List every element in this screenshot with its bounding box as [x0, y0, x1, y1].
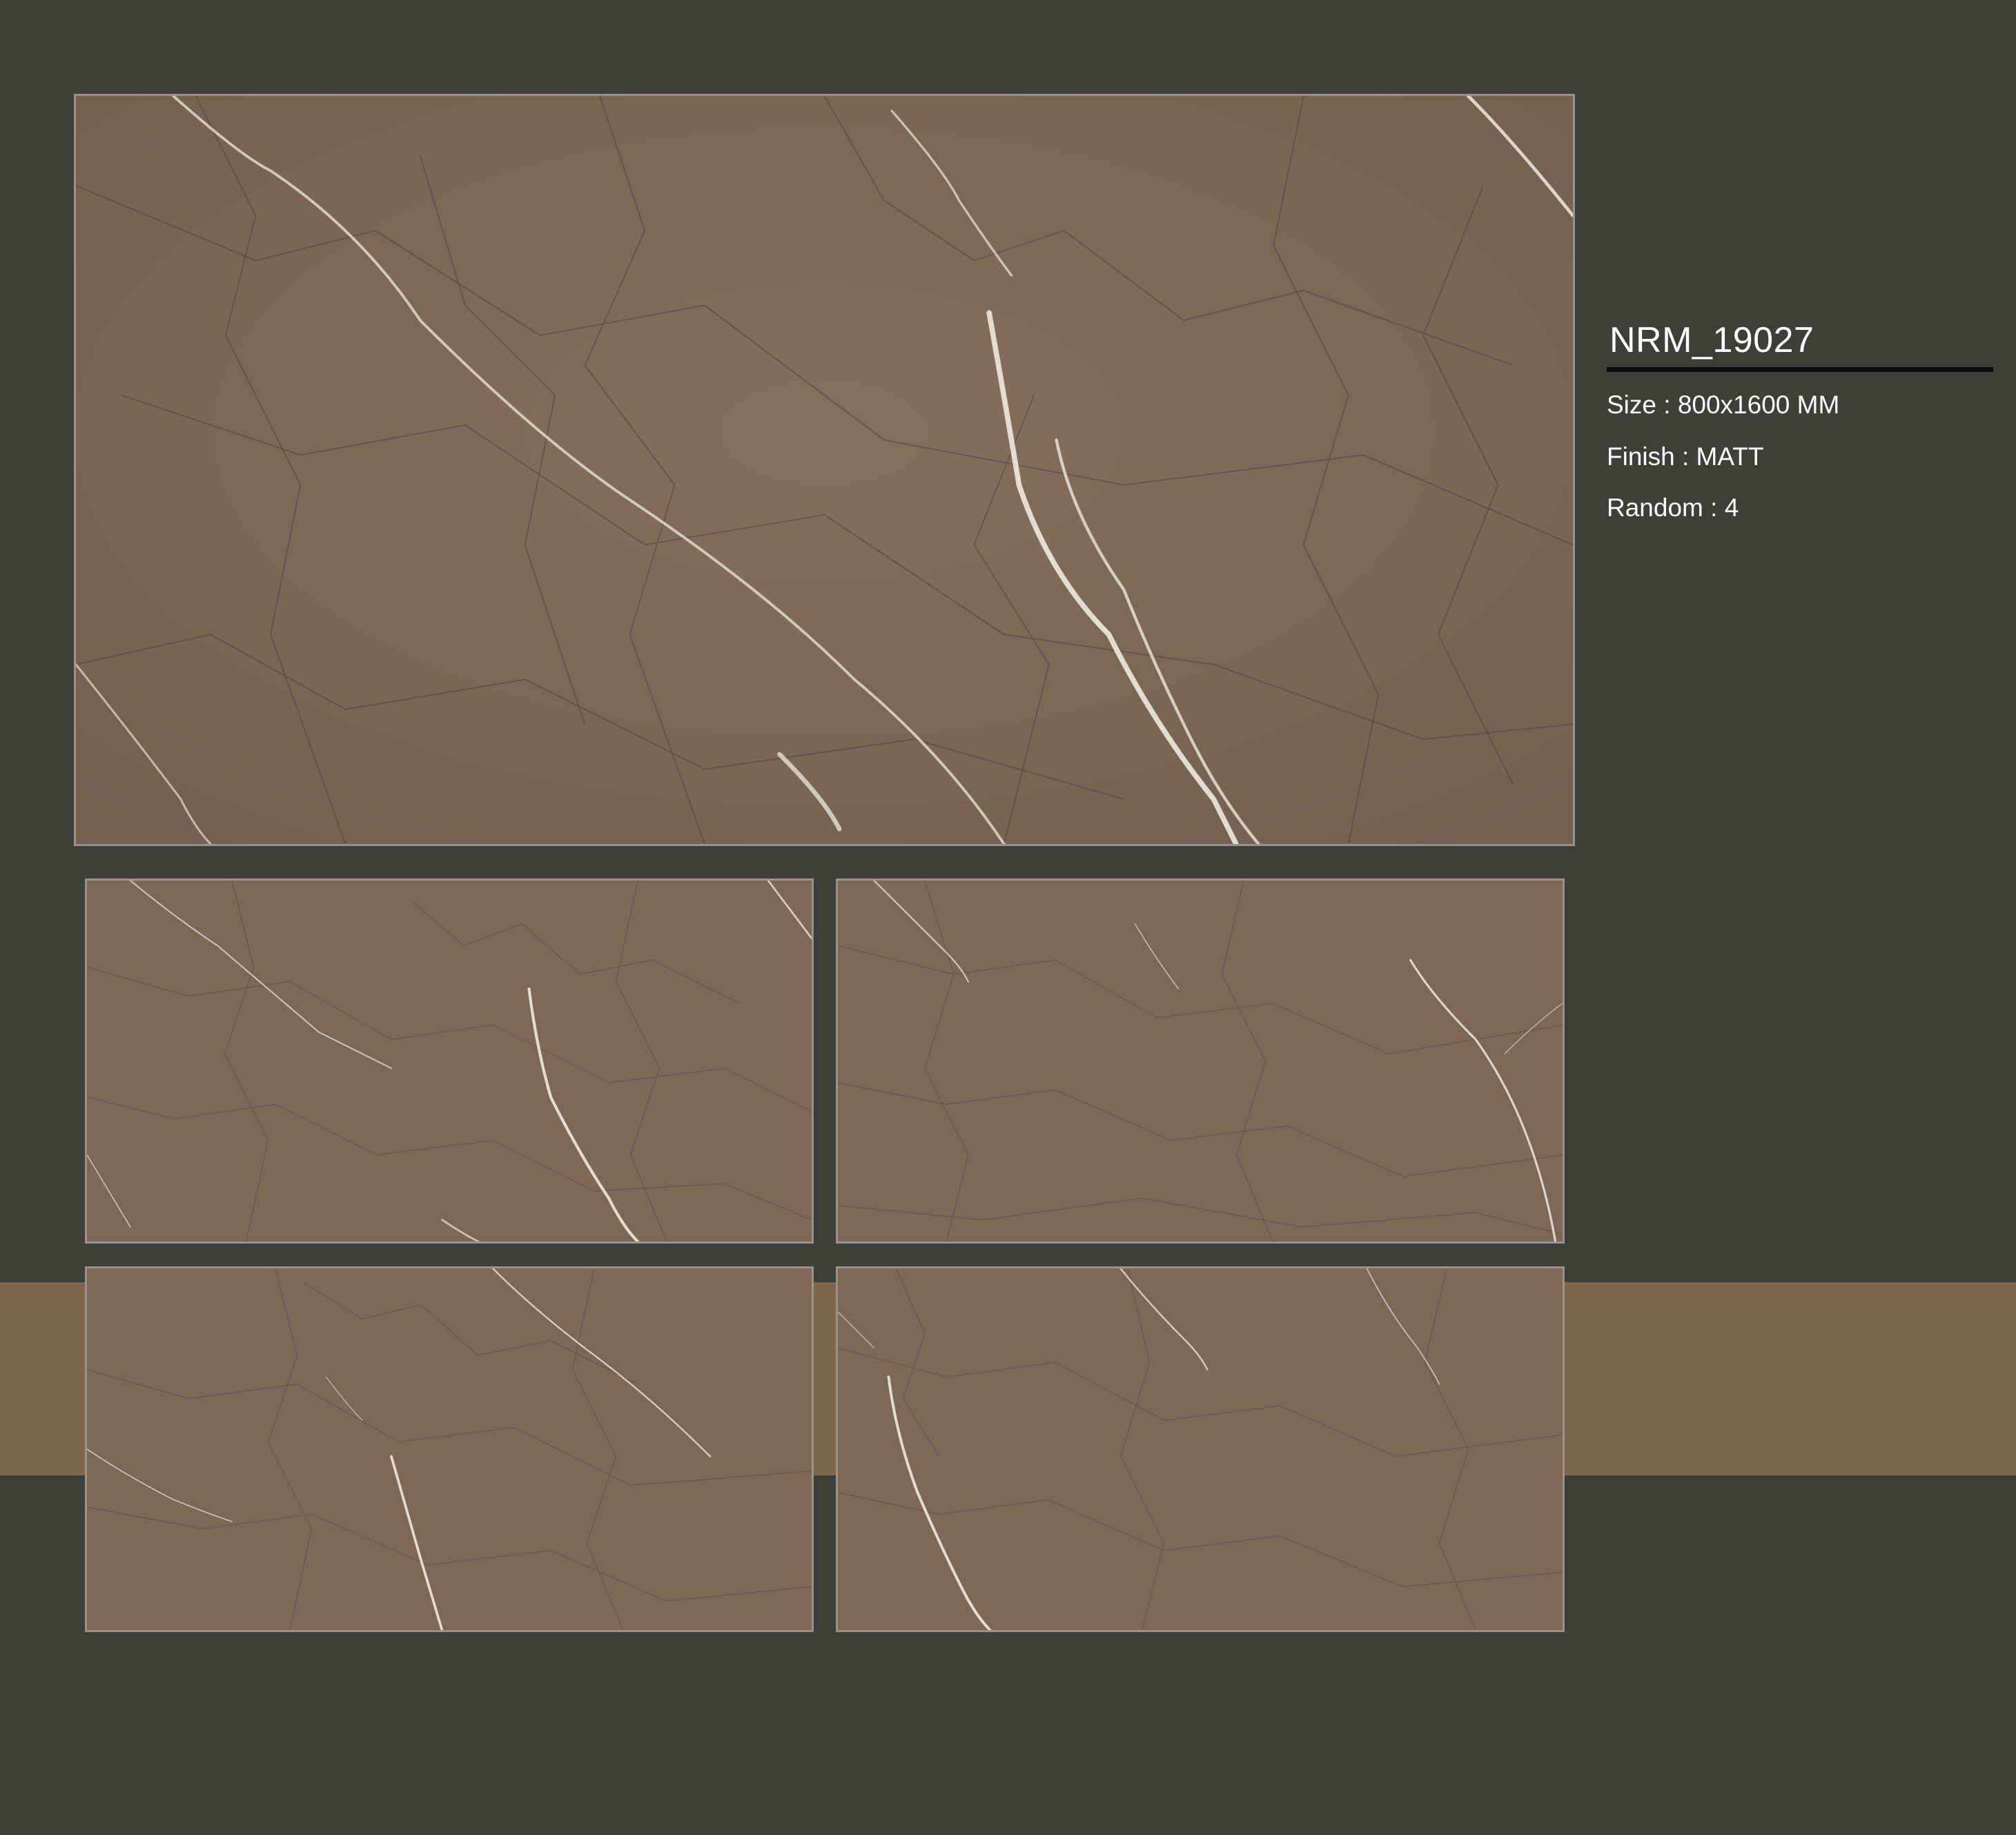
spec-size-label: Size — [1607, 391, 1656, 420]
spec-random-label: Random — [1607, 493, 1703, 522]
tile-main-image — [74, 94, 1575, 846]
tile-variant-2 — [836, 879, 1565, 1244]
spec-random-value: 4 — [1724, 493, 1739, 522]
spec-size-value: 800x1600 MM — [1677, 391, 1840, 420]
spec-separator: : — [1656, 391, 1678, 420]
product-code: NRM_19027 — [1607, 320, 1993, 373]
tile-variant-1 — [85, 879, 814, 1244]
spec-separator: : — [1703, 493, 1725, 522]
product-info-panel: NRM_19027 Size : 800x1600 MM Finish : MA… — [1607, 320, 1993, 523]
tile-variant-4 — [836, 1266, 1565, 1632]
spec-finish: Finish : MATT — [1607, 442, 1993, 472]
spec-separator: : — [1674, 442, 1696, 471]
spec-random: Random : 4 — [1607, 493, 1993, 523]
tile-variant-3 — [85, 1266, 814, 1632]
spec-finish-value: MATT — [1696, 442, 1764, 471]
spec-size: Size : 800x1600 MM — [1607, 390, 1993, 420]
spec-finish-label: Finish — [1607, 442, 1675, 471]
